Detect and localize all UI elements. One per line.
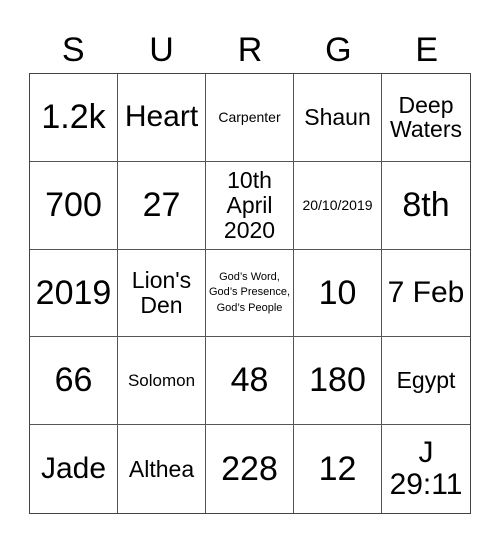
bingo-cell[interactable]: Althea	[118, 425, 206, 513]
bingo-cell[interactable]: 66	[30, 337, 118, 426]
bingo-header: S U R G E	[29, 28, 471, 72]
bingo-cell[interactable]: 180	[294, 337, 382, 426]
bingo-card: 1.2k Heart Carpenter Shaun Deep Waters 7…	[29, 73, 471, 514]
header-letter: E	[415, 31, 439, 69]
bingo-cell[interactable]: 7 Feb	[382, 250, 470, 338]
bingo-cell[interactable]: 2019	[30, 249, 118, 338]
bingo-cell[interactable]: Deep Waters	[382, 74, 470, 162]
bingo-cell[interactable]: Solomon	[118, 337, 206, 426]
bingo-cell[interactable]: Egypt	[382, 337, 470, 426]
bingo-cell[interactable]: 48	[206, 337, 294, 426]
bingo-cell[interactable]: 20/10/2019	[294, 161, 382, 250]
header-letter: S	[61, 31, 85, 69]
bingo-cell[interactable]: Jade	[30, 425, 118, 513]
bingo-cell[interactable]: Lion's Den	[118, 249, 206, 338]
bingo-cell[interactable]: 27	[118, 161, 206, 250]
bingo-cell[interactable]: 10	[294, 249, 382, 338]
header-letter: G	[325, 31, 352, 69]
bingo-cell[interactable]: Shaun	[294, 74, 382, 162]
bingo-cell[interactable]: 12	[294, 425, 382, 513]
header-letter: R	[237, 31, 263, 69]
bingo-cell[interactable]: Heart	[118, 74, 206, 162]
bingo-cell[interactable]: J 29:11	[382, 425, 470, 513]
bingo-cell[interactable]: 700	[30, 161, 118, 250]
bingo-cell[interactable]: God’s Word, God’s Presence, God’s People	[206, 249, 294, 338]
bingo-cell[interactable]: 228	[206, 425, 294, 513]
bingo-cell[interactable]: 10th April 2020	[206, 161, 294, 250]
header-letter: U	[149, 31, 174, 69]
bingo-cell[interactable]: Carpenter	[206, 74, 294, 162]
bingo-cell[interactable]: 8th	[382, 162, 470, 250]
bingo-cell[interactable]: 1.2k	[30, 74, 118, 162]
